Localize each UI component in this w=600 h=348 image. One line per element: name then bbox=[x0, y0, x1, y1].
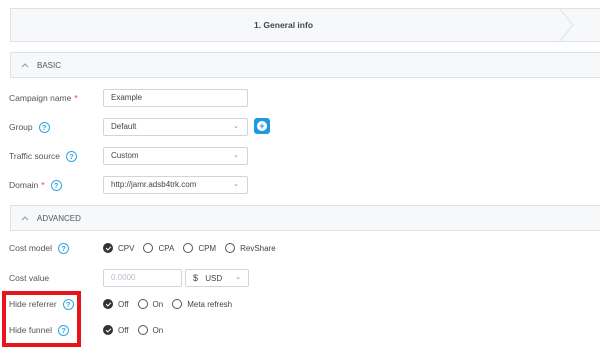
hide-referrer-option-off[interactable]: Off bbox=[103, 299, 129, 309]
help-icon[interactable]: ? bbox=[58, 242, 69, 254]
campaign-name-label: Campaign name * bbox=[9, 91, 78, 105]
campaign-name-label-text: Campaign name bbox=[9, 93, 72, 103]
cost-model-option-cpm[interactable]: CPM bbox=[183, 243, 216, 253]
chevron-down-icon: ⌄ bbox=[233, 181, 239, 188]
section-basic-header[interactable]: BASIC bbox=[10, 52, 600, 78]
option-label: Off bbox=[118, 325, 129, 335]
radio-checked-icon bbox=[103, 243, 113, 253]
traffic-source-label-text: Traffic source bbox=[9, 151, 61, 161]
hide-referrer-option-on[interactable]: On bbox=[137, 299, 164, 309]
currency-symbol: $ bbox=[193, 273, 199, 283]
highlight-annotation-box bbox=[2, 291, 81, 347]
option-label: CPV bbox=[118, 243, 135, 253]
required-marker: * bbox=[74, 93, 78, 103]
cost-value-label: Cost value bbox=[9, 271, 49, 285]
cost-model-label-text: Cost model bbox=[9, 243, 52, 253]
option-label: Meta refresh bbox=[187, 299, 233, 309]
traffic-source-label: Traffic source ? bbox=[9, 149, 78, 163]
section-advanced-header[interactable]: ADVANCED bbox=[10, 205, 600, 231]
traffic-source-select-value: Custom bbox=[111, 151, 139, 160]
group-label: Group ? bbox=[9, 120, 50, 134]
radio-unchecked-icon bbox=[225, 243, 236, 253]
currency-value: USD bbox=[205, 274, 223, 283]
option-label: Off bbox=[118, 299, 129, 309]
chevron-down-icon: ⌄ bbox=[233, 152, 239, 159]
domain-label-text: Domain bbox=[9, 180, 39, 190]
help-icon[interactable]: ? bbox=[38, 121, 50, 133]
domain-select-value: http://jamr.adsb4trk.com bbox=[111, 180, 197, 189]
cost-model-option-revshare[interactable]: RevShare bbox=[225, 243, 276, 253]
chevron-up-icon bbox=[21, 61, 33, 70]
step-arrow-icon bbox=[559, 8, 574, 42]
group-label-text: Group bbox=[9, 122, 33, 132]
cost-model-radio-group: CPV CPA CPM RevShare bbox=[103, 241, 285, 255]
radio-checked-icon bbox=[103, 325, 113, 335]
step-title[interactable]: 1. General info bbox=[11, 9, 556, 41]
group-select-value: Default bbox=[111, 122, 137, 131]
option-label: On bbox=[152, 299, 164, 309]
currency-select[interactable]: $ USD ⌄ bbox=[185, 269, 249, 287]
section-basic-title: BASIC bbox=[37, 60, 62, 70]
domain-select[interactable]: http://jamr.adsb4trk.com ⌄ bbox=[103, 176, 248, 194]
required-marker: * bbox=[41, 180, 45, 190]
hide-funnel-radio-group: Off On bbox=[103, 323, 172, 337]
chevron-down-icon: ⌄ bbox=[235, 274, 241, 281]
cost-model-option-cpa[interactable]: CPA bbox=[143, 243, 174, 253]
option-label: RevShare bbox=[240, 243, 276, 253]
plus-icon: + bbox=[257, 121, 267, 131]
domain-label: Domain * ? bbox=[9, 178, 62, 192]
group-select[interactable]: Default ⌄ bbox=[103, 118, 248, 136]
cost-model-option-cpv[interactable]: CPV bbox=[103, 243, 134, 253]
help-icon[interactable]: ? bbox=[66, 150, 78, 162]
chevron-up-icon bbox=[21, 214, 33, 223]
section-advanced-title: ADVANCED bbox=[37, 213, 81, 223]
hide-funnel-option-off[interactable]: Off bbox=[103, 325, 129, 335]
hide-referrer-option-meta-refresh[interactable]: Meta refresh bbox=[172, 299, 232, 309]
radio-checked-icon bbox=[103, 299, 113, 309]
radio-unchecked-icon bbox=[183, 243, 194, 253]
campaign-name-input[interactable]: Example bbox=[103, 89, 248, 107]
option-label: CPM bbox=[198, 243, 217, 253]
hide-funnel-option-on[interactable]: On bbox=[137, 325, 164, 335]
radio-unchecked-icon bbox=[137, 325, 148, 335]
traffic-source-select[interactable]: Custom ⌄ bbox=[103, 147, 248, 165]
wizard-step-bar: 1. General info bbox=[10, 8, 600, 42]
option-label: On bbox=[152, 325, 164, 335]
cost-value-label-text: Cost value bbox=[9, 273, 50, 283]
help-icon[interactable]: ? bbox=[50, 179, 62, 191]
radio-unchecked-icon bbox=[143, 243, 154, 253]
cost-model-label: Cost model ? bbox=[9, 241, 69, 255]
add-group-button[interactable]: + bbox=[254, 118, 270, 134]
radio-unchecked-icon bbox=[137, 299, 148, 309]
chevron-down-icon: ⌄ bbox=[233, 123, 239, 130]
radio-unchecked-icon bbox=[172, 299, 183, 309]
hide-referrer-radio-group: Off On Meta refresh bbox=[103, 297, 241, 311]
cost-value-input[interactable]: 0.0000 bbox=[103, 269, 182, 287]
option-label: CPA bbox=[158, 243, 175, 253]
